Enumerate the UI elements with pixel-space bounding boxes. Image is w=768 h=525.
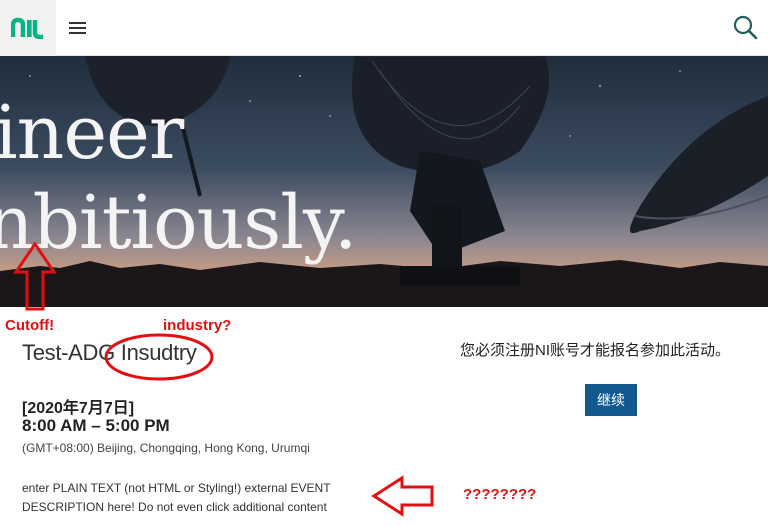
registration-note: 您必须注册NI账号才能报名参加此活动。	[460, 342, 731, 359]
cutoff-annotation: Cutoff!	[5, 317, 55, 334]
event-description: enter PLAIN TEXT (not HTML or Styling!) …	[22, 481, 331, 514]
event-title: Test-ADG Insudtry	[22, 340, 197, 365]
industry-annotation: industry?	[163, 317, 232, 334]
search-icon	[733, 15, 758, 40]
ni-logo[interactable]	[0, 0, 56, 56]
hero-headline-line2: nbitiously.	[0, 180, 357, 266]
event-date: [2020年7月7日]	[22, 400, 135, 417]
description-arrow-icon	[371, 475, 434, 517]
hamburger-menu-button[interactable]	[66, 16, 90, 40]
hero-banner: ineer nbitiously.	[0, 56, 768, 307]
event-time: 8:00 AM – 5:00 PM	[22, 416, 170, 435]
ni-logo-icon	[11, 17, 43, 39]
site-header	[0, 0, 768, 56]
hamburger-menu-icon	[69, 22, 86, 34]
continue-button[interactable]: 继续	[585, 384, 637, 416]
search-button[interactable]	[732, 14, 758, 40]
event-timezone: (GMT+08:00) Beijing, Chongqing, Hong Kon…	[22, 441, 310, 455]
hero-headline-line1: ineer	[0, 90, 184, 176]
questions-annotation: ????????	[463, 486, 537, 503]
